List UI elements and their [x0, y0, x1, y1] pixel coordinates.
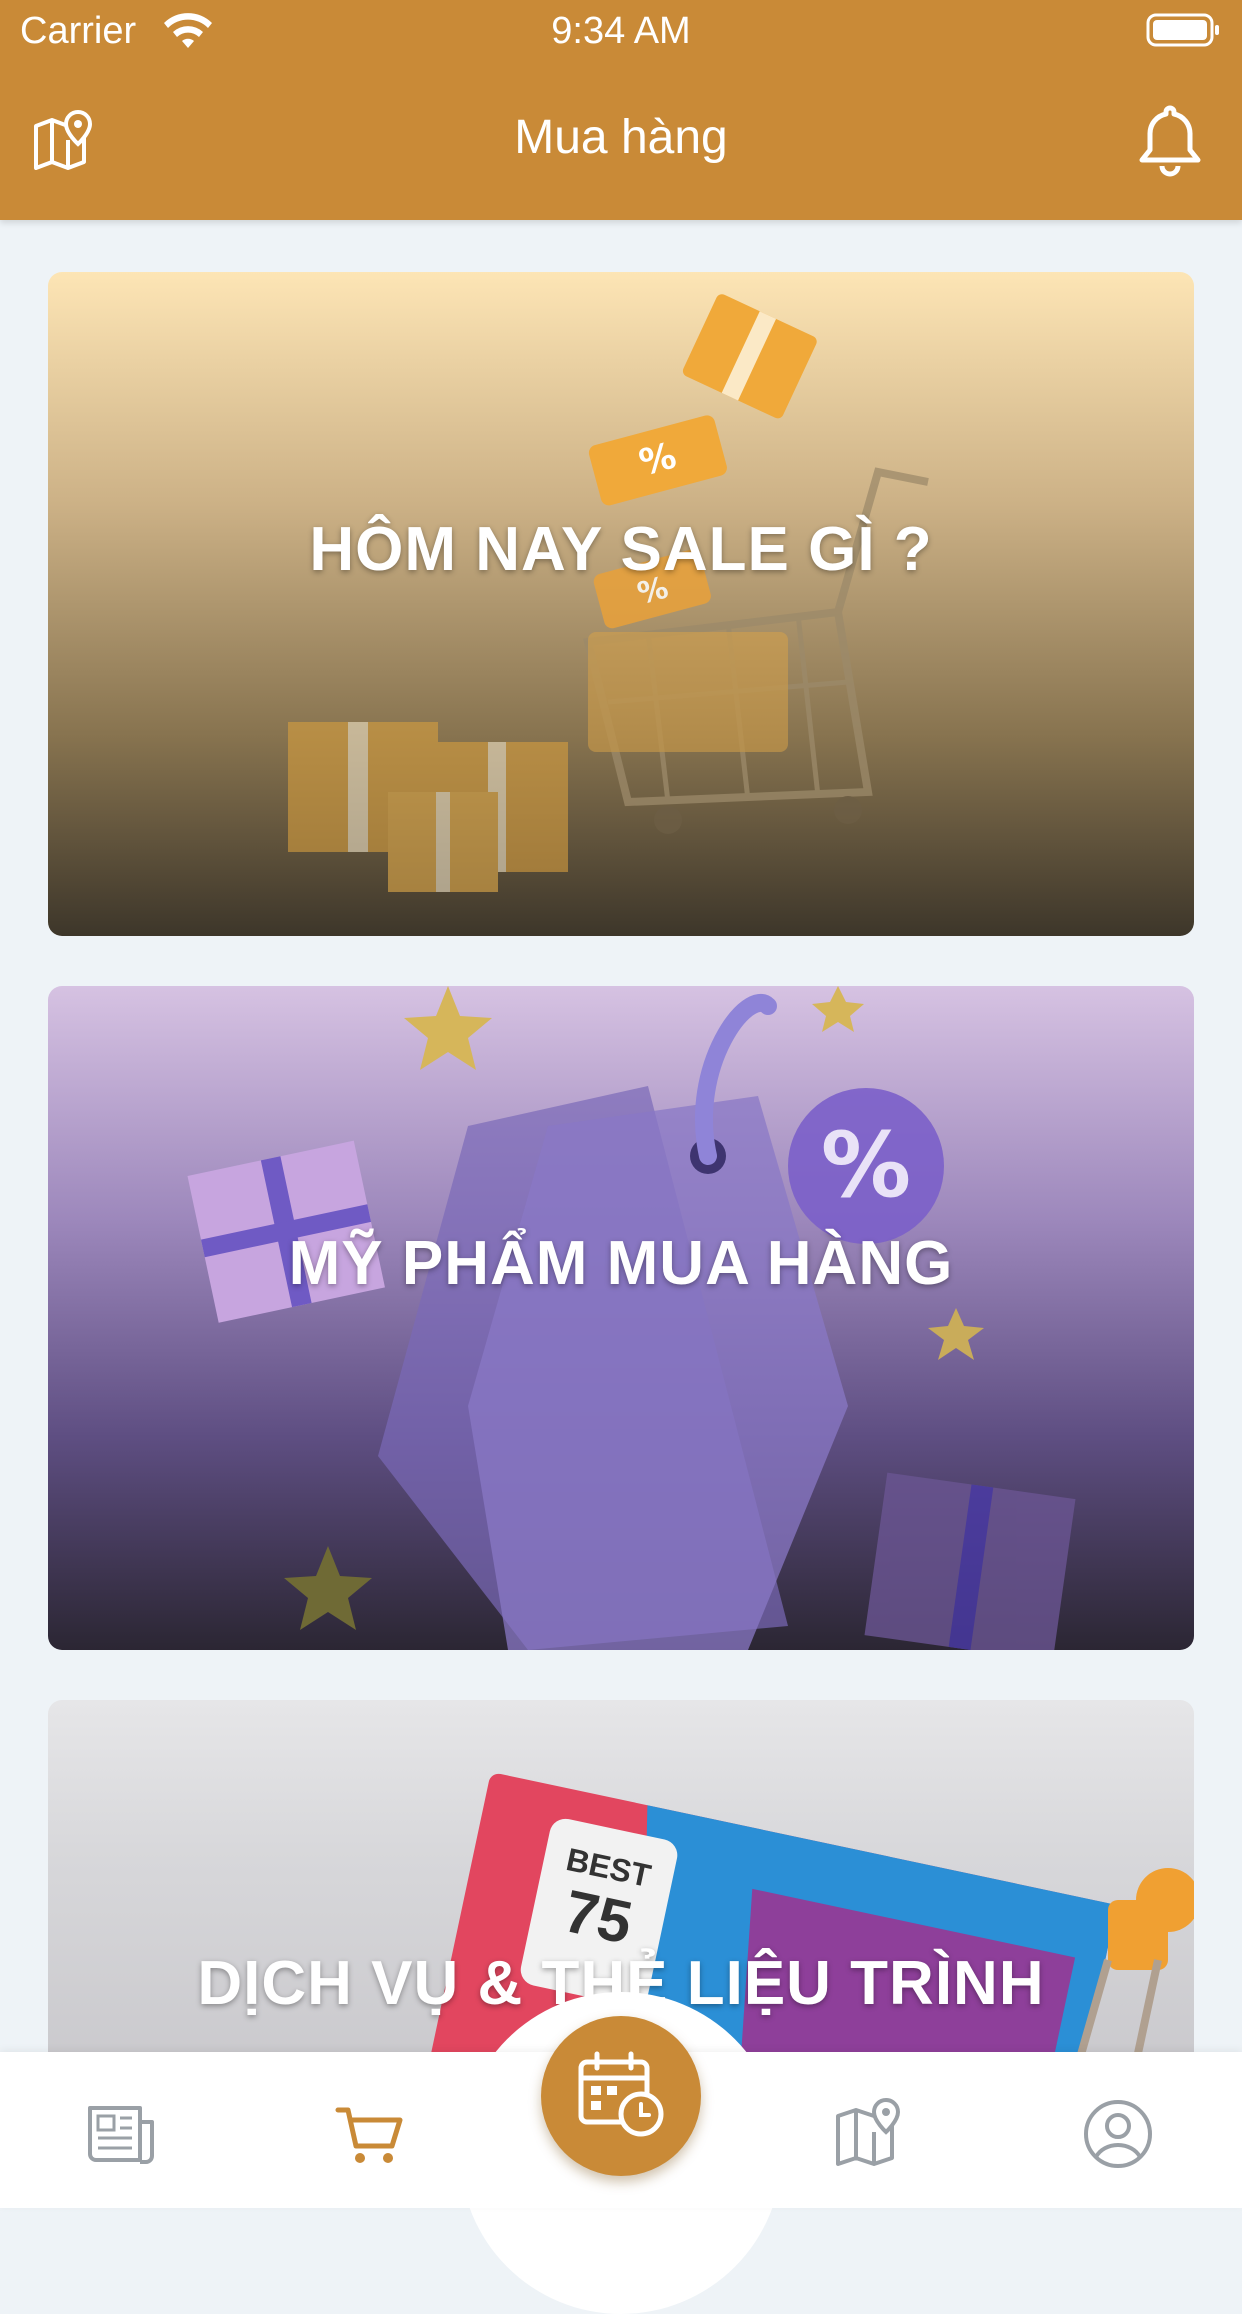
profile-icon[interactable]	[1080, 2098, 1156, 2170]
bell-icon[interactable]	[1134, 102, 1206, 178]
page-title: Mua hàng	[514, 111, 728, 164]
category-card-sale[interactable]: % % HÔM NAY SALE GÌ ?	[48, 272, 1194, 936]
status-bar: Carrier 9:34 AM	[0, 0, 1242, 60]
card-title: MỸ PHẨM MUA HÀNG	[288, 1229, 954, 1298]
status-time: 9:34 AM	[551, 10, 691, 52]
battery-icon	[1146, 13, 1219, 47]
svg-text:75: 75	[558, 1877, 637, 1956]
news-icon[interactable]	[84, 2098, 160, 2170]
category-card-cosmetics[interactable]: % MỸ PHẨM MUA HÀNG	[48, 986, 1194, 1650]
card-title: HÔM NAY SALE GÌ ?	[309, 515, 933, 584]
calendar-clock-icon	[578, 2051, 664, 2137]
map-icon[interactable]	[832, 2098, 908, 2170]
price-tag-illustration: %	[187, 986, 1076, 1650]
booking-button[interactable]	[541, 2016, 701, 2176]
cart-icon[interactable]	[334, 2098, 410, 2170]
top-bar: Carrier 9:34 AM Mua hàng	[0, 0, 1242, 220]
shopping-cart-illustration: % %	[288, 294, 929, 892]
svg-text:%: %	[821, 1113, 911, 1218]
